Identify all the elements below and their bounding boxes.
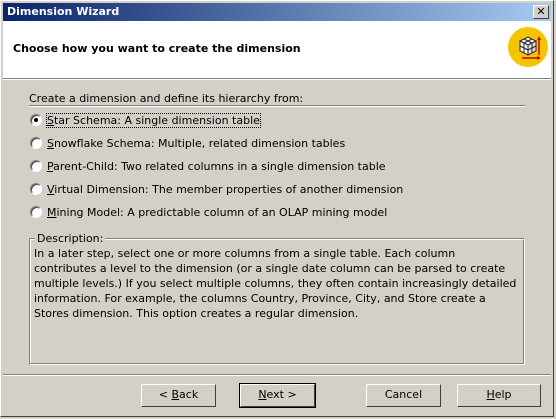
option-snowflake-schema[interactable]: Snowflake Schema: Multiple, related dime… bbox=[30, 135, 345, 151]
dimension-wizard-window: Dimension Wizard ✕ Choose how you want t… bbox=[0, 0, 554, 417]
option-star-schema[interactable]: Star Schema: A single dimension table bbox=[30, 112, 261, 128]
snowflake-schema-radio[interactable] bbox=[30, 137, 42, 149]
option-label: Parent-Child: Two related columns in a s… bbox=[47, 159, 386, 173]
help-button[interactable]: Help bbox=[457, 384, 541, 407]
cube-icon bbox=[508, 27, 548, 67]
close-icon: ✕ bbox=[536, 5, 546, 18]
description-label: Description: bbox=[35, 232, 106, 245]
option-label: Virtual Dimension: The member properties… bbox=[47, 182, 404, 196]
option-label: Star Schema: A single dimension table bbox=[46, 112, 261, 128]
footer-divider bbox=[3, 374, 551, 376]
star-schema-radio[interactable] bbox=[30, 114, 42, 126]
prompt-divider bbox=[29, 105, 525, 107]
option-virtual-dimension[interactable]: Virtual Dimension: The member properties… bbox=[30, 181, 403, 197]
parent-child-radio[interactable] bbox=[30, 160, 42, 172]
virtual-dimension-radio[interactable] bbox=[30, 183, 42, 195]
option-label: Snowflake Schema: Multiple, related dime… bbox=[47, 136, 346, 150]
wizard-header: Choose how you want to create the dimens… bbox=[3, 21, 551, 78]
mining-model-radio[interactable] bbox=[30, 206, 42, 218]
close-button[interactable]: ✕ bbox=[533, 5, 549, 19]
header-divider bbox=[3, 78, 551, 80]
option-parent-child[interactable]: Parent-Child: Two related columns in a s… bbox=[30, 158, 386, 174]
page-heading: Choose how you want to create the dimens… bbox=[13, 42, 301, 55]
title-bar[interactable]: Dimension Wizard ✕ bbox=[3, 3, 551, 21]
cancel-button[interactable]: Cancel bbox=[366, 384, 441, 407]
window-title: Dimension Wizard bbox=[7, 5, 120, 18]
description-text: In a later step, select one or more colu… bbox=[34, 247, 517, 320]
description-group: Description: In a later step, select one… bbox=[29, 232, 525, 365]
next-button[interactable]: Next > bbox=[239, 383, 316, 408]
back-button[interactable]: < Back bbox=[141, 384, 216, 407]
option-mining-model[interactable]: Mining Model: A predictable column of an… bbox=[30, 204, 387, 220]
hierarchy-prompt: Create a dimension and define its hierar… bbox=[29, 92, 304, 105]
option-label: Mining Model: A predictable column of an… bbox=[47, 205, 388, 219]
